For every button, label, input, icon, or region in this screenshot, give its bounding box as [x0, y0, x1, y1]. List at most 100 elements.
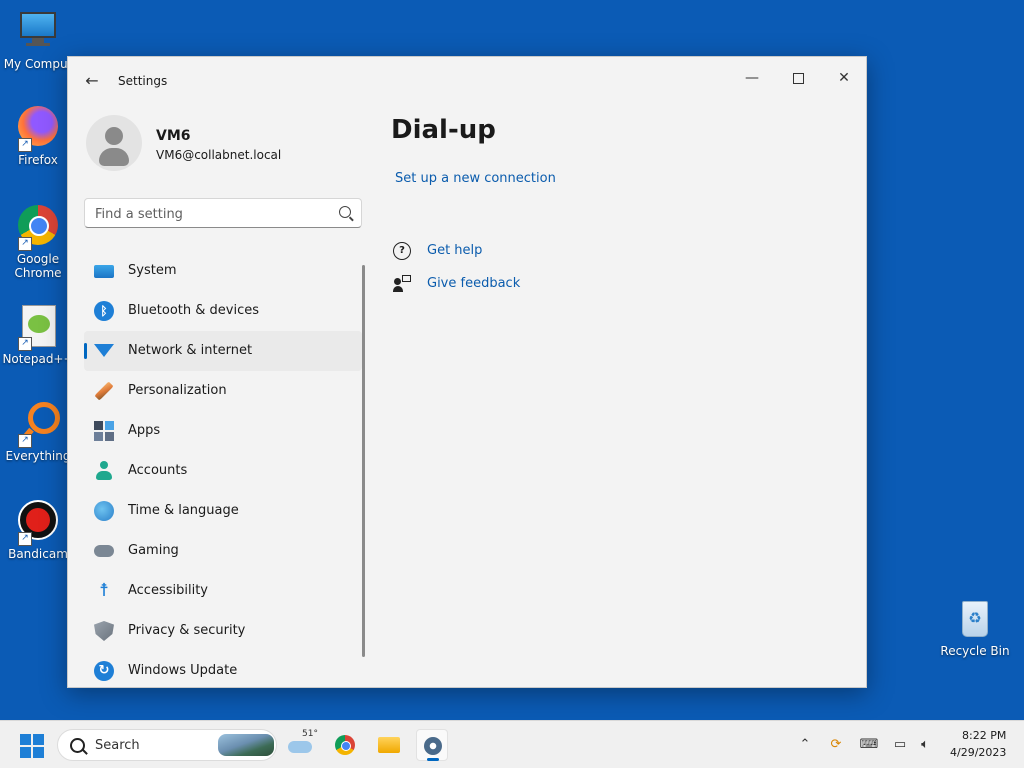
monitor-icon	[94, 265, 114, 278]
user-profile[interactable]: VM6 VM6@collabnet.local	[86, 115, 376, 173]
back-arrow-icon: ←	[85, 71, 99, 90]
maximize-button[interactable]	[776, 63, 820, 93]
firefox-icon: ↗	[16, 106, 60, 152]
network-icon[interactable]: ▭	[890, 735, 910, 755]
avatar[interactable]	[86, 115, 142, 171]
chrome-icon: ↗	[16, 205, 60, 251]
desktop-icon-label: Notepad++	[2, 352, 74, 366]
find-setting-input[interactable]	[93, 199, 335, 229]
shortcut-arrow-icon: ↗	[18, 337, 32, 351]
taskbar-file-explorer[interactable]	[373, 729, 405, 761]
help-icon: ?	[393, 242, 411, 260]
user-email: VM6@collabnet.local	[156, 148, 282, 162]
nav-item-label: Personalization	[128, 383, 227, 398]
desktop-icon-label: Recycle Bin	[940, 644, 1010, 658]
desktop-icon-my-computer[interactable]: My Comput	[0, 10, 76, 71]
search-icon[interactable]	[339, 206, 351, 218]
nav-item-label: Windows Update	[128, 663, 238, 678]
record-icon: ↗	[16, 500, 60, 546]
settings-nav: System ᛒ Bluetooth & devices Network & i…	[84, 251, 362, 691]
nav-item-network[interactable]: Network & internet	[84, 331, 362, 371]
taskbar-search-label: Search	[95, 738, 140, 753]
nav-item-label: Accessibility	[128, 583, 208, 598]
find-setting-box[interactable]	[84, 198, 362, 229]
nav-item-label: Network & internet	[128, 343, 253, 358]
title-bar[interactable]: ← Settings — ✕	[68, 57, 866, 105]
maximize-icon	[792, 72, 804, 84]
notepadpp-icon: ↗	[16, 305, 60, 351]
nav-item-accounts[interactable]: Accounts	[84, 451, 362, 491]
clock-time[interactable]: 8:22 PM	[962, 729, 1006, 742]
wifi-icon	[94, 344, 114, 357]
monitor-icon	[16, 10, 60, 54]
desktop-icon-notepadpp[interactable]: ↗ Notepad++	[0, 305, 76, 366]
shield-icon	[94, 621, 114, 641]
folder-icon	[378, 737, 400, 753]
brush-icon	[94, 381, 114, 401]
user-name: VM6	[156, 128, 191, 144]
desktop-icon-label: My Comput	[3, 57, 73, 71]
sync-icon[interactable]: ⟳	[826, 735, 846, 755]
chevron-up-icon[interactable]: ⌃	[796, 735, 814, 755]
minimize-button[interactable]: —	[730, 63, 774, 93]
nav-item-label: Privacy & security	[128, 623, 246, 638]
nav-item-apps[interactable]: Apps	[84, 411, 362, 451]
desktop-icon-recycle-bin[interactable]: ♻ Recycle Bin	[937, 597, 1013, 658]
settings-window: ← Settings — ✕ VM6 VM6@collabnet.local S…	[67, 56, 867, 688]
person-icon	[94, 461, 114, 481]
nav-item-privacy[interactable]: Privacy & security	[84, 611, 362, 651]
recycle-bin-icon: ♻	[953, 597, 997, 641]
taskbar: Search 51° ⌃ ⟳ ⌨ ▭ 🔈︎ 8:22 PM 4/29/2023	[0, 720, 1024, 768]
nav-item-label: Apps	[128, 423, 161, 438]
desktop-icon-label: Google Chrome	[14, 252, 62, 280]
person-icon-body	[99, 148, 129, 166]
nav-item-time-language[interactable]: Time & language	[84, 491, 362, 531]
nav-item-bluetooth[interactable]: ᛒ Bluetooth & devices	[84, 291, 362, 331]
give-feedback-link[interactable]: Give feedback	[427, 276, 520, 291]
taskbar-settings[interactable]	[416, 729, 448, 761]
taskbar-chrome[interactable]	[329, 729, 361, 761]
nav-item-gaming[interactable]: Gaming	[84, 531, 362, 571]
gear-icon	[424, 737, 442, 755]
update-icon: ↻	[94, 661, 114, 681]
nav-item-accessibility[interactable]: ☨ Accessibility	[84, 571, 362, 611]
globe-clock-icon	[94, 501, 114, 521]
shortcut-arrow-icon: ↗	[18, 434, 32, 448]
clock-date[interactable]: 4/29/2023	[950, 746, 1006, 759]
gamepad-icon	[94, 545, 114, 557]
nav-item-label: System	[128, 263, 177, 278]
apps-icon	[94, 421, 114, 441]
page-title: Dial-up	[391, 115, 496, 145]
nav-item-system[interactable]: System	[84, 251, 362, 291]
nav-scrollbar[interactable]	[362, 265, 365, 657]
magnifier-icon: ↗	[16, 402, 60, 448]
desktop-icon-firefox[interactable]: ↗ Firefox	[0, 106, 76, 167]
desktop-icon-label: Everything	[5, 449, 71, 463]
minimize-icon: —	[745, 70, 759, 86]
nav-item-label: Bluetooth & devices	[128, 303, 259, 318]
start-button[interactable]	[20, 734, 44, 758]
setup-new-connection-link[interactable]: Set up a new connection	[395, 171, 556, 186]
back-button[interactable]: ←	[78, 69, 106, 93]
shortcut-arrow-icon: ↗	[18, 237, 32, 251]
close-button[interactable]: ✕	[822, 63, 866, 93]
nav-item-windows-update[interactable]: ↻ Windows Update	[84, 651, 362, 691]
nav-item-personalization[interactable]: Personalization	[84, 371, 362, 411]
shortcut-arrow-icon: ↗	[18, 138, 32, 152]
desktop-icon-label: Bandicam	[8, 547, 68, 561]
person-icon	[105, 127, 123, 145]
shortcut-arrow-icon: ↗	[18, 532, 32, 546]
desktop-icon-everything[interactable]: ↗ Everything	[0, 402, 76, 463]
get-help-link[interactable]: Get help	[427, 243, 482, 258]
taskbar-search[interactable]: Search	[57, 729, 277, 761]
bluetooth-icon: ᛒ	[94, 301, 114, 321]
close-icon: ✕	[838, 70, 850, 86]
chrome-icon	[335, 735, 355, 755]
volume-icon[interactable]: 🔈︎	[914, 735, 936, 755]
nav-item-label: Accounts	[128, 463, 188, 478]
keyboard-icon[interactable]: ⌨	[858, 735, 880, 755]
desktop-icon-chrome[interactable]: ↗ Google Chrome	[0, 205, 76, 280]
desktop-icon-bandicam[interactable]: ↗ Bandicam	[0, 500, 76, 561]
weather-temperature: 51°	[302, 729, 318, 739]
window-title: Settings	[118, 74, 168, 88]
